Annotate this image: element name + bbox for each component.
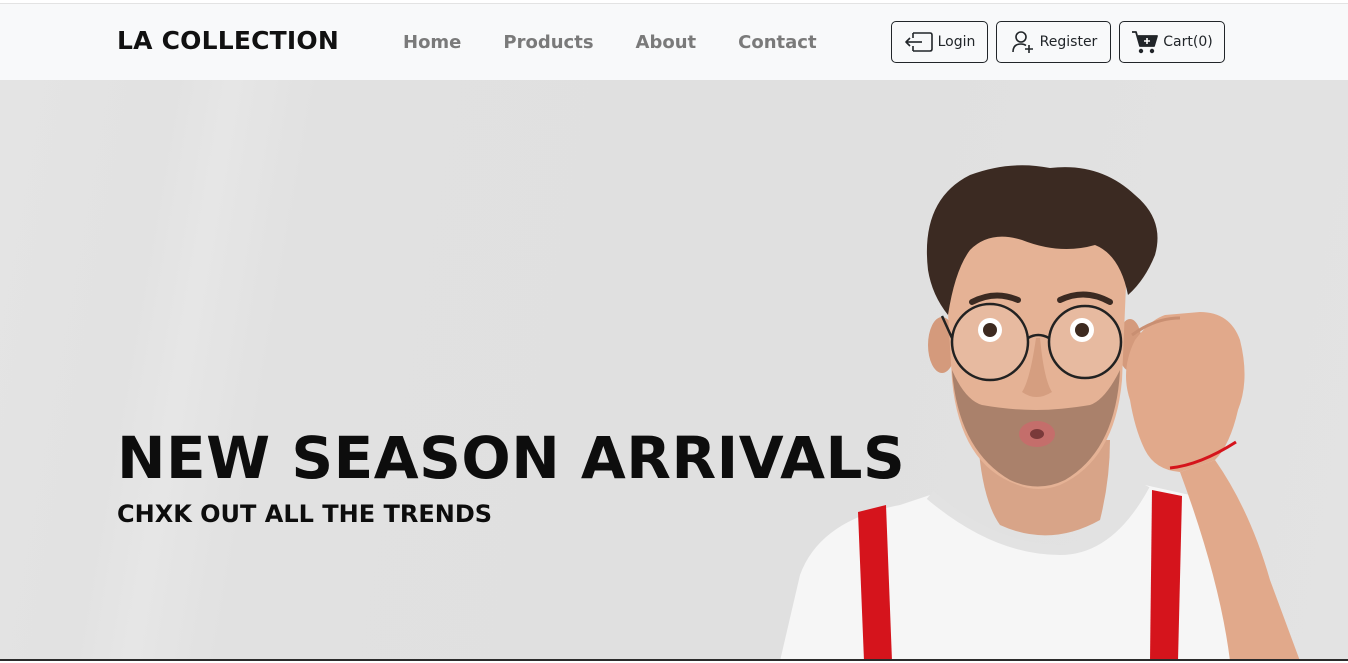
brand-logo[interactable]: LA COLLECTION (117, 26, 339, 55)
navbar: LA COLLECTION Home Products About Contac… (0, 4, 1348, 80)
hero-banner: NEW SEASON ARRIVALS CHXK OUT ALL THE TRE… (0, 80, 1348, 661)
login-label: Login (937, 34, 976, 50)
nav-link-home[interactable]: Home (403, 32, 461, 53)
nav-link-products[interactable]: Products (503, 32, 593, 53)
register-button[interactable]: Register (996, 21, 1111, 63)
person-add-icon (1011, 31, 1033, 53)
cart-button[interactable]: Cart(0) (1119, 21, 1225, 63)
hero-subtitle: CHXK OUT ALL THE TRENDS (117, 500, 493, 528)
nav-links: Home Products About Contact (403, 32, 859, 53)
page: LA COLLECTION Home Products About Contac… (0, 0, 1348, 663)
nav-link-about[interactable]: About (636, 32, 697, 53)
nav-link-contact[interactable]: Contact (738, 32, 816, 53)
box-arrow-in-left-icon (904, 32, 933, 52)
hero-bottom-border (0, 659, 1348, 661)
nav-actions: Login Register Cart(0) (891, 21, 1233, 63)
login-button[interactable]: Login (891, 21, 988, 63)
hero-model-image (780, 165, 1300, 661)
cart-plus-icon (1132, 31, 1159, 54)
cart-label: Cart(0) (1163, 34, 1213, 50)
register-label: Register (1039, 34, 1098, 50)
